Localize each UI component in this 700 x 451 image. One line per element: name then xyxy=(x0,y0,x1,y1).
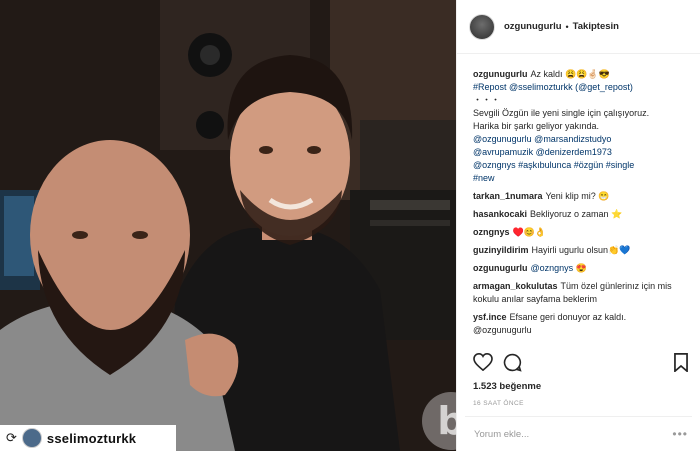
caption-line: Sevgili Özgün ile yeni single için çalış… xyxy=(473,108,650,118)
comment-text: ♥️😊👌 xyxy=(512,227,547,237)
comment-item: hasankocaki Bekliyoruz o zaman ⭐ xyxy=(473,208,684,221)
caption-line[interactable]: #Repost @sselimozturkk (@get_repost) xyxy=(473,81,684,94)
post-header: ozgunugurlu • Takiptesin xyxy=(457,0,700,54)
repost-avatar xyxy=(21,428,42,448)
header-separator: • xyxy=(565,21,569,32)
caption-line: Harika bir şarkı geliyor yakında. xyxy=(473,121,600,131)
author-username[interactable]: ozgunugurlu xyxy=(504,21,562,32)
repost-username: sselimozturkk xyxy=(46,430,137,446)
caption-line[interactable]: @avrupamuzik @denizerdem1973 xyxy=(473,146,684,159)
comment-bar: Yorum ekle... ••• xyxy=(465,416,692,451)
comment-text: @ozngnys 😍 xyxy=(530,263,587,273)
photo-illustration xyxy=(0,0,456,451)
comment-username[interactable]: ysf.ince xyxy=(473,312,507,322)
more-options-icon[interactable]: ••• xyxy=(672,427,688,441)
comment-item: ysf.ince Efsane geri donuyor az kaldı. @o… xyxy=(473,311,684,337)
repost-icon: ⟳ xyxy=(6,430,17,445)
caption-line[interactable]: @ozngnys #aşkıbulunca #özgün #single xyxy=(473,159,684,172)
comment-text: Bekliyoruz o zaman ⭐ xyxy=(530,209,623,219)
comment-item: ozgunugurlu @ozngnys 😍 xyxy=(473,262,684,275)
comment-username[interactable]: tarkan_1numara xyxy=(473,191,543,201)
comment-username[interactable]: ozgunugurlu xyxy=(473,263,527,273)
caption-line[interactable]: @ozgunugurlu @marsandizstudyo xyxy=(473,133,684,146)
bookmark-icon[interactable] xyxy=(674,353,688,374)
comment-item: ozngnys ♥️😊👌 xyxy=(473,226,684,239)
comment-input[interactable]: Yorum ekle... xyxy=(474,429,529,440)
author-avatar[interactable] xyxy=(469,13,495,40)
post-time: 16 SAAT ÖNCE xyxy=(473,400,524,407)
post-panel: ozgunugurlu • Takiptesin ozgunugurlu Az k… xyxy=(456,0,700,451)
comment-username[interactable]: ozngnys xyxy=(473,227,510,237)
caption-line: Az kaldı 😩😩🤞🏻😎 xyxy=(530,69,610,79)
caption-username[interactable]: ozgunugurlu xyxy=(473,69,527,79)
comment-item: tarkan_1numara Yeni klip mi? 😁 xyxy=(473,190,684,203)
comment-username[interactable]: guzinyildirim xyxy=(473,245,529,255)
post-actions xyxy=(473,353,522,372)
comment-text: Yeni klip mi? 😁 xyxy=(545,191,610,201)
heart-icon[interactable] xyxy=(473,353,493,372)
comment-item: armagan_kokulutas Tüm özel günlerinız içi… xyxy=(473,280,684,306)
comment-text: Hayirli ugurlu olsun👏💙 xyxy=(531,245,631,255)
follow-status[interactable]: Takiptesin xyxy=(573,21,619,32)
caption: ozgunugurlu Az kaldı 😩😩🤞🏻😎 #Repost @sseli… xyxy=(473,68,684,185)
comment-item: guzinyildirim Hayirli ugurlu olsun👏💙 xyxy=(473,244,684,257)
post-photo[interactable]: b ⟳ sselimozturkk xyxy=(0,0,456,451)
caption-line[interactable]: #new xyxy=(473,172,684,185)
caption-line: ・・・ xyxy=(473,95,501,105)
comment-username[interactable]: hasankocaki xyxy=(473,209,527,219)
likes-count[interactable]: 1.523 beğenme xyxy=(473,381,541,392)
comment-username[interactable]: armagan_kokulutas xyxy=(473,281,558,291)
comments-list: ozgunugurlu Az kaldı 😩😩🤞🏻😎 #Repost @sseli… xyxy=(457,54,700,337)
repost-tag[interactable]: ⟳ sselimozturkk xyxy=(0,425,176,451)
comment-icon[interactable] xyxy=(503,353,522,372)
